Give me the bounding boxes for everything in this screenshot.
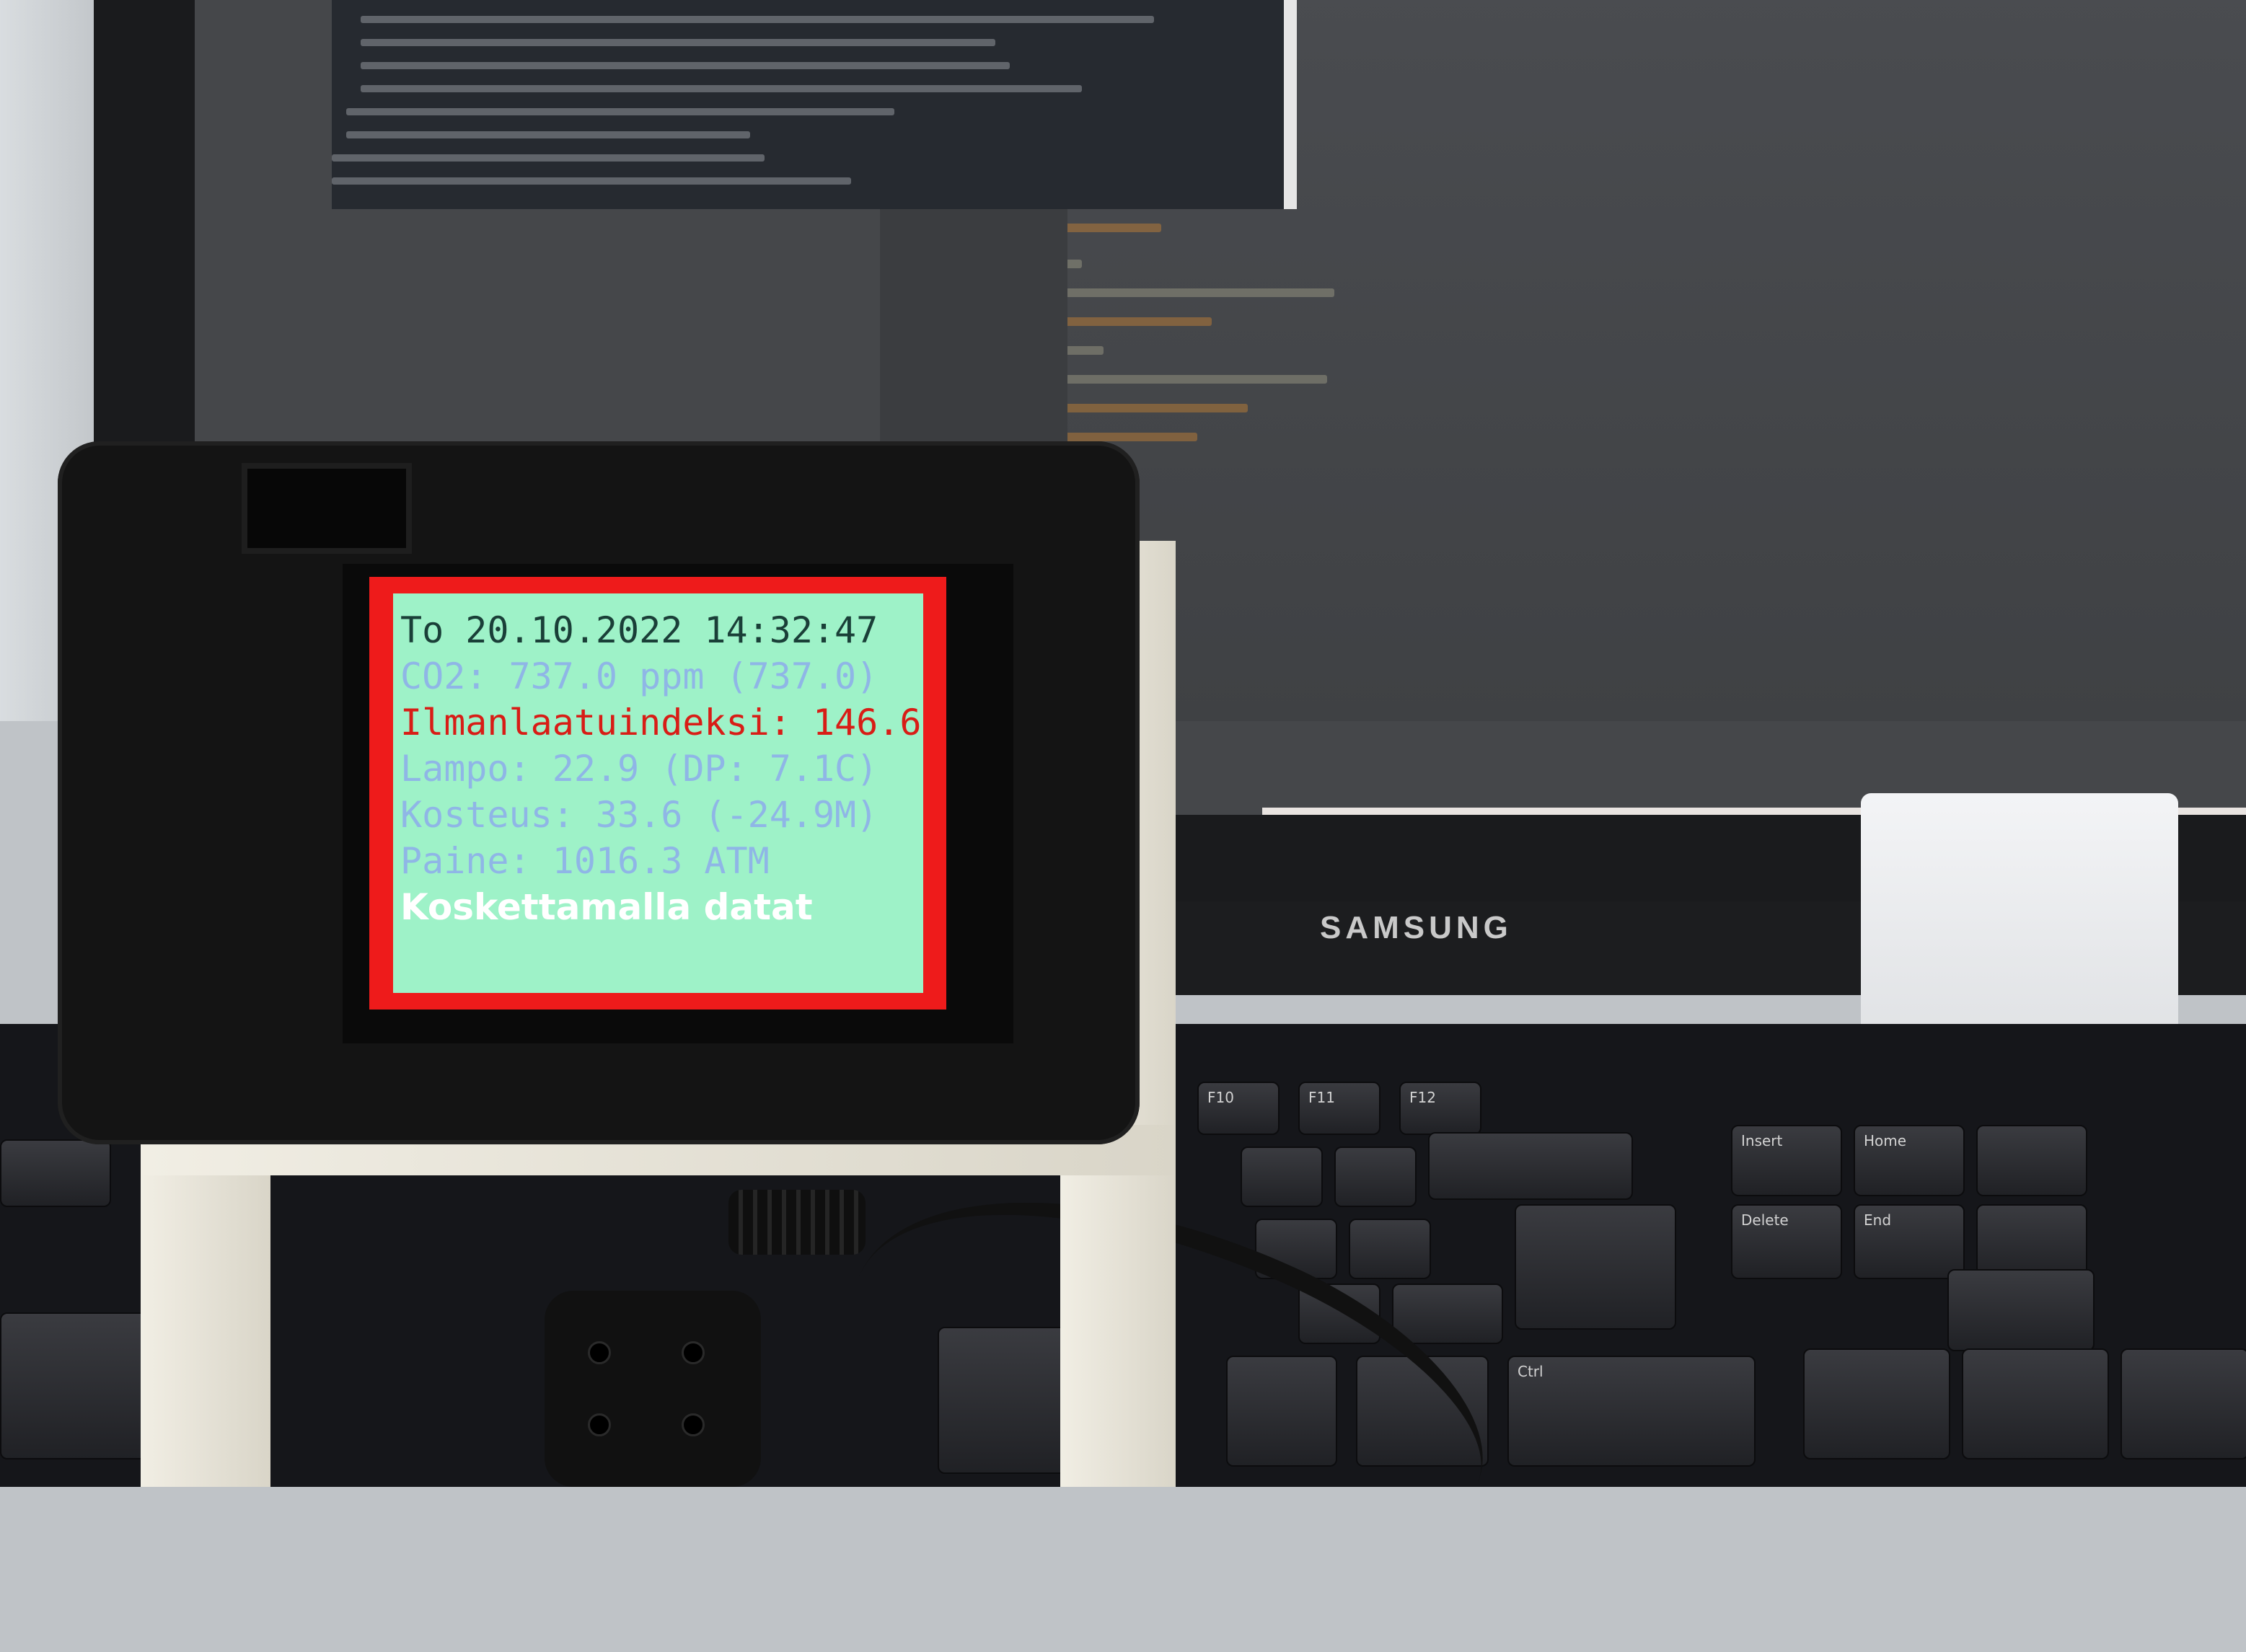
- terminal-line: [332, 154, 765, 162]
- terminal-line: [361, 16, 1154, 23]
- terminal-line: [361, 62, 1010, 69]
- key-arrow-up[interactable]: [1947, 1269, 2095, 1351]
- key-label: Delete: [1741, 1211, 1789, 1229]
- terminal-line: [361, 39, 995, 46]
- humidity-readout: Kosteus: 33.6 (-24.9M): [400, 794, 878, 836]
- key-label: Ctrl: [1518, 1363, 1543, 1380]
- key-arrow-down[interactable]: [1962, 1348, 2109, 1459]
- screw-hole: [682, 1413, 705, 1436]
- key-arrow-left[interactable]: [1803, 1348, 1950, 1459]
- lcd-touchscreen[interactable]: To 20.10.2022 14:32:47 CO2: 737.0 ppm (7…: [393, 593, 923, 993]
- screw-hole: [682, 1341, 705, 1364]
- pressure-readout: Paine: 1016.3 ATM: [400, 840, 770, 882]
- air-quality-index-readout: Ilmanlaatuindeksi: 146.6: [400, 702, 922, 743]
- cable-plug: [728, 1190, 866, 1255]
- terminal-line: [361, 85, 1082, 92]
- key-enter[interactable]: [1515, 1204, 1676, 1330]
- datetime-readout: To 20.10.2022 14:32:47: [400, 609, 878, 651]
- key-backspace[interactable]: [1428, 1132, 1633, 1200]
- stand-leg-left: [141, 1125, 270, 1487]
- key[interactable]: [1349, 1219, 1431, 1279]
- key-f12[interactable]: F12: [1399, 1082, 1481, 1135]
- screw-hole: [588, 1341, 611, 1364]
- key-end[interactable]: End: [1854, 1204, 1965, 1279]
- key-ctrl[interactable]: Ctrl: [1507, 1356, 1756, 1467]
- key-insert[interactable]: Insert: [1731, 1125, 1842, 1196]
- key-label: F10: [1207, 1089, 1234, 1106]
- key-home[interactable]: Home: [1854, 1125, 1965, 1196]
- co2-readout: CO2: 737.0 ppm (737.0): [400, 655, 878, 697]
- key[interactable]: [0, 1139, 111, 1207]
- terminal-line: [346, 131, 750, 138]
- usb-port-opening: [242, 463, 412, 554]
- air-quality-monitor-device: To 20.10.2022 14:32:47 CO2: 737.0 ppm (7…: [58, 441, 1140, 1144]
- touch-hint[interactable]: Koskettamalla datat: [400, 885, 813, 929]
- terminal-window: [332, 0, 1297, 209]
- key-f11[interactable]: F11: [1298, 1082, 1380, 1135]
- key-label: F12: [1409, 1089, 1436, 1106]
- sensor-module: [545, 1291, 761, 1487]
- key-label: End: [1864, 1211, 1892, 1229]
- terminal-line: [346, 108, 894, 115]
- key-page-down[interactable]: [1976, 1204, 2087, 1279]
- key[interactable]: [1392, 1284, 1503, 1344]
- key-arrow-right[interactable]: [2121, 1348, 2246, 1459]
- code-line: [1060, 288, 1334, 297]
- screw-hole: [588, 1413, 611, 1436]
- monitor-brand-logo: SAMSUNG: [1320, 910, 1512, 945]
- temperature-readout: Lampo: 22.9 (DP: 7.1C): [400, 748, 878, 790]
- key-label: F11: [1308, 1089, 1335, 1106]
- key-delete[interactable]: Delete: [1731, 1204, 1842, 1279]
- key[interactable]: [1241, 1147, 1323, 1207]
- key-label: Home: [1864, 1132, 1907, 1149]
- key-page-up[interactable]: [1976, 1125, 2087, 1196]
- key[interactable]: [1334, 1147, 1417, 1207]
- key-f10[interactable]: F10: [1197, 1082, 1280, 1135]
- terminal-line: [332, 177, 851, 185]
- key[interactable]: [0, 1312, 147, 1459]
- key-label: Insert: [1741, 1132, 1783, 1149]
